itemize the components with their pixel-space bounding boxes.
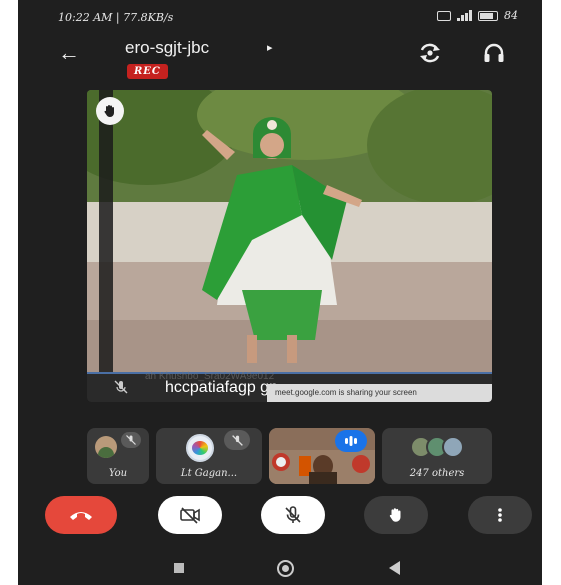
status-bar: 10:22 AM | 77.8KB/s 84 <box>18 0 542 34</box>
back-button[interactable]: ← <box>58 42 80 64</box>
presentation-stage: ah Khushbo_Sra02WA9e012 hccpatiafagp gp … <box>87 90 492 402</box>
raised-hand-icon <box>104 105 114 118</box>
more-options-button[interactable] <box>468 496 532 534</box>
participant-label: 247 others <box>409 468 465 479</box>
home-button[interactable] <box>277 560 294 577</box>
switch-camera-icon[interactable] <box>418 42 442 64</box>
presenter-name: hccpatiafagp gp <box>165 379 278 396</box>
audio-level-icon <box>345 436 357 446</box>
more-vertical-icon <box>498 508 502 522</box>
raise-hand-button[interactable] <box>364 496 428 534</box>
mic-off-icon <box>285 506 301 523</box>
avatar <box>442 436 464 458</box>
camera-off-icon <box>180 507 200 524</box>
participant-muted-badge <box>224 430 250 450</box>
presenter-mic-off-icon <box>114 380 128 394</box>
headphones-icon[interactable] <box>482 42 506 64</box>
recents-button[interactable] <box>174 563 184 573</box>
avatar <box>95 436 117 458</box>
meeting-code[interactable]: ero-sgjt-jbc <box>125 38 209 58</box>
phone-screen: 10:22 AM | 77.8KB/s 84 ← ero-sgjt-jbc ▸ … <box>18 0 542 585</box>
participant-tile-others[interactable]: 247 others <box>382 428 492 484</box>
avatar <box>186 434 214 462</box>
system-nav-bar <box>18 550 542 585</box>
shared-video-image <box>87 90 492 380</box>
recording-badge: REC <box>127 64 168 79</box>
sim-icon <box>437 10 451 21</box>
battery-level: 84 <box>504 9 518 22</box>
camera-toggle-button[interactable] <box>158 496 222 534</box>
speaking-indicator <box>335 430 367 452</box>
participant-tile-speaking[interactable] <box>269 428 375 484</box>
phone-hangup-icon <box>70 512 92 520</box>
presenter-bar: ah Khushbo_Sra02WA9e012 hccpatiafagp gp … <box>87 371 492 402</box>
participant-tile-you[interactable]: You <box>87 428 149 484</box>
participant-label: Lt Gagan... <box>180 468 238 479</box>
mic-toggle-button[interactable] <box>261 496 325 534</box>
end-call-button[interactable] <box>45 496 117 534</box>
status-icons: 84 <box>437 9 518 22</box>
screen-share-banner: meet.google.com is sharing your screen <box>267 384 492 402</box>
raise-hand-icon <box>389 508 401 522</box>
nav-back-button[interactable] <box>389 561 400 575</box>
participant-label: You <box>108 468 128 479</box>
mic-off-icon <box>231 434 243 446</box>
meeting-details-caret-icon[interactable]: ▸ <box>267 41 273 54</box>
raised-hand-badge <box>96 97 124 125</box>
signal-icon <box>457 10 472 21</box>
status-time-speed: 10:22 AM | 77.8KB/s <box>58 11 174 24</box>
participant-muted-badge <box>121 432 141 448</box>
mic-off-icon <box>126 435 136 445</box>
battery-icon <box>478 10 498 21</box>
participant-tile-gagan[interactable]: Lt Gagan... <box>156 428 262 484</box>
